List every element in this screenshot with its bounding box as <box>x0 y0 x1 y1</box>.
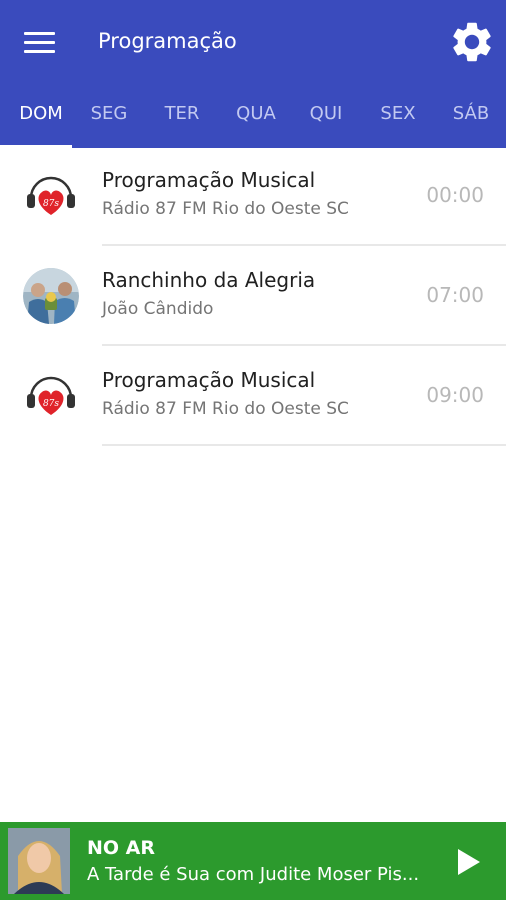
svg-text:87s: 87s <box>43 399 59 409</box>
program-host: João Cândido <box>102 299 214 319</box>
app-bar: Programação DOM SEG TER QUA QUI SEX SÁB <box>0 0 506 148</box>
tab-qui[interactable]: QUI <box>299 88 353 148</box>
radio-87-logo: 87s <box>23 168 79 224</box>
play-button[interactable] <box>446 840 490 884</box>
now-playing-thumbnail <box>8 828 70 894</box>
program-host: Rádio 87 FM Rio do Oeste SC <box>102 199 349 219</box>
program-time: 07:00 <box>426 283 484 307</box>
program-time: 00:00 <box>426 183 484 207</box>
tab-seg[interactable]: SEG <box>82 88 136 148</box>
program-time: 09:00 <box>426 383 484 407</box>
schedule-item[interactable]: 87s Programação Musical Rádio 87 FM Rio … <box>0 346 506 446</box>
program-title: Ranchinho da Alegria <box>102 268 316 292</box>
now-playing-title: A Tarde é Sua com Judite Moser Pis... <box>87 864 420 885</box>
program-title: Programação Musical <box>102 168 316 192</box>
schedule-item[interactable]: 87s Programação Musical Rádio 87 FM Rio … <box>0 146 506 246</box>
tab-ter[interactable]: TER <box>155 88 209 148</box>
on-air-label: NO AR <box>87 837 156 859</box>
program-title: Programação Musical <box>102 368 316 392</box>
divider <box>102 444 506 446</box>
play-icon <box>458 849 480 875</box>
settings-button[interactable] <box>448 18 496 66</box>
page-title: Programação <box>98 29 237 53</box>
tab-sex[interactable]: SEX <box>370 88 426 148</box>
menu-button[interactable] <box>14 22 66 62</box>
tab-qua[interactable]: QUA <box>228 88 284 148</box>
tab-sab[interactable]: SÁB <box>443 88 499 148</box>
gear-icon <box>453 22 491 62</box>
svg-text:87s: 87s <box>43 199 59 209</box>
radio-87-logo: 87s <box>23 368 79 424</box>
now-playing-bar[interactable]: NO AR A Tarde é Sua com Judite Moser Pis… <box>0 822 506 900</box>
day-tabs: DOM SEG TER QUA QUI SEX SÁB <box>0 88 506 148</box>
host-photo <box>23 268 79 324</box>
schedule-item[interactable]: Ranchinho da Alegria João Cândido 07:00 <box>0 246 506 346</box>
program-host: Rádio 87 FM Rio do Oeste SC <box>102 399 349 419</box>
tab-dom[interactable]: DOM <box>0 88 82 148</box>
